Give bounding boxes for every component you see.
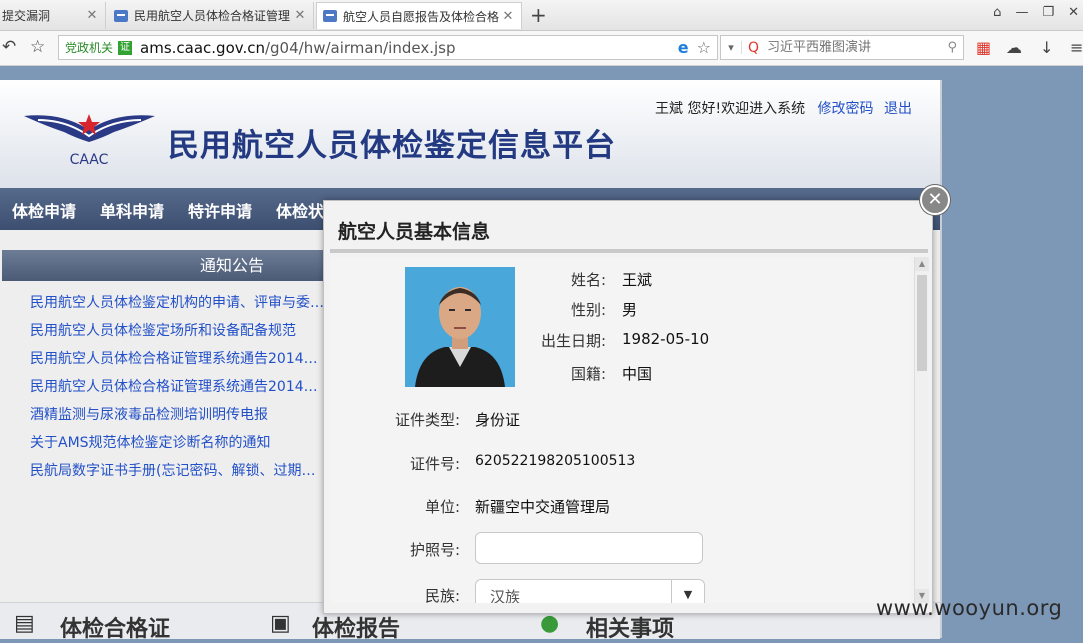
notice-item[interactable]: 民航局数字证书手册(忘记密码、解锁、过期处理) (30, 457, 325, 485)
close-icon[interactable]: ✕ (85, 8, 99, 23)
search-engine-icon[interactable]: Q (748, 40, 759, 56)
id-type-label: 证件类型: (394, 411, 460, 429)
nation-value: 中国 (622, 365, 653, 383)
birth-label: 出生日期: (540, 332, 606, 350)
address-bar[interactable]: 党政机关 证 ams.caac.gov.cn/g04/hw/airman/ind… (58, 35, 718, 60)
chevron-down-icon[interactable]: ▾ (721, 41, 742, 54)
url-path: /g04/hw/airman/index.jsp (264, 38, 456, 57)
welcome-bar: 王斌 您好!欢迎进入系统 修改密码 退出 (655, 98, 912, 118)
name-label: 姓名: (570, 271, 606, 289)
menu-exam-apply[interactable]: 体检申请 (12, 198, 76, 222)
watermark: www.wooyun.org (876, 596, 1063, 620)
change-password-link[interactable]: 修改密码 (818, 101, 874, 117)
close-icon[interactable]: ✕ (501, 9, 515, 24)
ie-mode-icon[interactable]: e (678, 38, 689, 57)
unit-value: 新疆空中交通管理局 (475, 498, 611, 516)
id-type-value: 身份证 (475, 411, 521, 429)
report-section-icon: ▣ (270, 611, 291, 636)
passport-label: 护照号: (409, 541, 460, 559)
notice-item[interactable]: 民用航空人员体检合格证管理系统通告20140101 (30, 345, 325, 373)
id-number-label: 证件号: (409, 455, 460, 473)
logout-link[interactable]: 退出 (884, 101, 912, 117)
dialog-body: 姓名: 王斌 性别: 男 出生日期: 1982-05-10 国籍: 中国 证件类… (330, 257, 910, 603)
section-certificate[interactable]: 体检合格证 (60, 611, 170, 643)
id-number-value: 620522198205100513 (475, 453, 636, 469)
menu-icon[interactable]: ≡ (1070, 38, 1083, 57)
url-host: ams.caac.gov.cn (140, 38, 265, 57)
browser-nav-bar: ↶ ☆ 党政机关 证 ams.caac.gov.cn/g04/hw/airman… (0, 31, 1083, 66)
notice-item[interactable]: 酒精监测与尿液毒品检测培训明传电报 (30, 401, 325, 429)
tab-aviation-report[interactable]: 航空人员自愿报告及体检合格 ✕ (316, 2, 522, 29)
dialog-title: 航空人员基本信息 (338, 221, 491, 243)
new-tab-icon[interactable]: + (530, 3, 547, 27)
ethnic-select[interactable]: 汉族 ▼ (475, 579, 705, 603)
gov-cert-icon: 证 (118, 40, 133, 55)
certificate-section-icon: ▤ (14, 611, 35, 636)
browser-tab-bar: 提交漏洞 ✕ 民用航空人员体检合格证管理 ✕ 航空人员自愿报告及体检合格 ✕ +… (0, 0, 1083, 31)
site-favicon-icon (114, 9, 128, 22)
dialog-divider (330, 249, 928, 253)
maximize-icon[interactable]: ❐ (1042, 5, 1054, 20)
site-header: CAAC 民用航空人员体检鉴定信息平台 王斌 您好!欢迎进入系统 修改密码 退出 (0, 80, 940, 188)
minimize-icon[interactable]: — (1015, 5, 1028, 20)
chevron-down-icon[interactable]: ▼ (671, 580, 704, 603)
apps-icon[interactable]: ▦ (976, 38, 991, 57)
airman-info-dialog: 航空人员基本信息 姓名: 王斌 性别: 男 出生日期: 1982-05-10 国… (323, 200, 933, 614)
notice-item[interactable]: 民用航空人员体检鉴定场所和设备配备规范 (30, 317, 325, 345)
menu-special-apply[interactable]: 特许申请 (188, 198, 252, 222)
passport-input[interactable] (475, 532, 703, 564)
menu-exam-status[interactable]: 体检状 (276, 198, 324, 222)
gender-label: 性别: (570, 301, 606, 319)
chat-section-icon: ● (540, 611, 560, 636)
dialog-close-button[interactable]: ✕ (920, 185, 950, 215)
url-text[interactable]: ams.caac.gov.cn/g04/hw/airman/index.jsp (140, 39, 678, 57)
section-matters[interactable]: 相关事项 (586, 611, 674, 643)
tab-title: 民用航空人员体检合格证管理 (134, 9, 291, 23)
menu-single-apply[interactable]: 单科申请 (100, 198, 164, 222)
notice-item[interactable]: 民用航空人员体检鉴定机构的申请、评审与委托管理规定 (30, 289, 325, 317)
window-close-icon[interactable]: ✕ (1068, 5, 1079, 20)
name-value: 王斌 (622, 271, 653, 289)
site-favicon-icon (323, 10, 337, 22)
cloud-icon[interactable]: ☁ (1006, 38, 1022, 57)
back-icon[interactable]: ↶ (2, 37, 16, 57)
gender-value: 男 (622, 301, 638, 319)
bookmark-star-icon[interactable]: ☆ (697, 38, 711, 57)
favorite-star-icon[interactable]: ☆ (30, 37, 45, 57)
nation-label: 国籍: (570, 365, 606, 383)
search-icon[interactable]: ⚲ (947, 40, 957, 55)
download-icon[interactable]: ↓ (1040, 38, 1053, 57)
caac-logo: CAAC (24, 114, 155, 168)
window-controls: ⌂ — ❐ ✕ (993, 5, 1079, 20)
logo-text: CAAC (70, 152, 109, 168)
section-report[interactable]: 体检报告 (312, 611, 400, 643)
site-title: 民用航空人员体检鉴定信息平台 (168, 128, 616, 164)
id-photo (405, 267, 515, 387)
tab-medical-cert[interactable]: 民用航空人员体检合格证管理 ✕ (108, 2, 314, 29)
tab-submit-bug[interactable]: 提交漏洞 ✕ (0, 2, 106, 29)
ethnic-selected: 汉族 (490, 588, 521, 603)
tab-title: 航空人员自愿报告及体检合格 (343, 9, 500, 24)
user-name: 王斌 (655, 101, 683, 117)
scroll-up-icon[interactable]: ▲ (915, 257, 929, 271)
ethnic-label: 民族: (424, 587, 460, 603)
birth-value: 1982-05-10 (622, 330, 710, 348)
scroll-thumb[interactable] (917, 275, 927, 371)
dialog-scrollbar[interactable]: ▲ ▼ (914, 257, 929, 603)
unit-label: 单位: (424, 498, 460, 516)
skin-icon[interactable]: ⌂ (993, 5, 1001, 20)
greeting-text: 您好!欢迎进入系统 (687, 101, 806, 117)
gov-badge: 党政机关 (65, 41, 114, 55)
notice-item[interactable]: 关于AMS规范体检鉴定诊断名称的通知 (30, 429, 325, 457)
search-box[interactable]: ▾ Q ⚲ (720, 35, 964, 60)
notice-item[interactable]: 民用航空人员体检合格证管理系统通告20140201 (30, 373, 325, 401)
close-icon[interactable]: ✕ (293, 8, 307, 23)
search-input[interactable] (765, 39, 948, 56)
tab-title: 提交漏洞 (2, 9, 51, 23)
